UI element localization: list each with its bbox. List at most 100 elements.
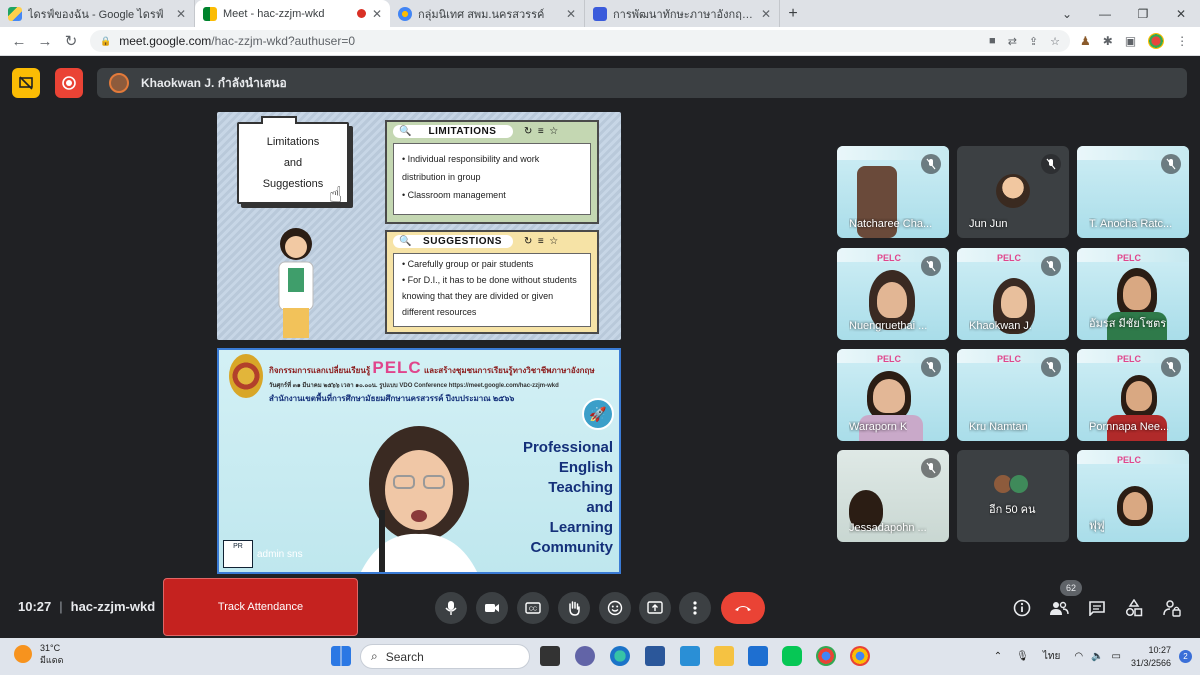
side-panel-icon[interactable]: ▣ <box>1125 34 1136 48</box>
more-participants-tile[interactable]: อีก 50 คน <box>957 450 1069 542</box>
participant-name: Jun Jun <box>969 218 1008 230</box>
participant-name: ฟุฟู <box>1089 520 1105 532</box>
star-icon: ☆ <box>549 235 559 247</box>
suggestions-window: 🔍 SUGGESTIONS ↻ ≡ ☆ Carefully group or pair… <box>385 230 599 334</box>
l-app-icon[interactable] <box>680 646 700 666</box>
activities-button[interactable] <box>1122 596 1146 620</box>
lock-icon[interactable]: 🔒 <box>100 36 111 47</box>
word-icon[interactable] <box>645 646 665 666</box>
file-explorer-icon[interactable] <box>714 646 734 666</box>
edge-icon[interactable] <box>610 646 630 666</box>
limitations-window: 🔍 LIMITATIONS ↻ ≡ ☆ Individual responsibili… <box>385 120 599 224</box>
extension-icon[interactable]: ♟ <box>1080 34 1091 48</box>
battery-icon[interactable]: ▭ <box>1112 651 1121 662</box>
system-clock[interactable]: 10:27 31/3/2566 <box>1131 644 1171 670</box>
reload-button[interactable]: ↻ <box>58 32 84 50</box>
close-tab-icon[interactable]: ✕ <box>176 7 186 21</box>
volume-icon[interactable]: 🔈 <box>1091 651 1103 662</box>
banner-line2: วันศุกร์ที่ ๓๑ มีนาคม ๒๕๖๖ เวลา ๑๐.๐๐น. … <box>269 383 559 389</box>
participant-name: อัมรส มีชัยโชตร <box>1089 318 1167 330</box>
google-drive-icon <box>8 6 22 21</box>
refresh-icon: ↻ <box>524 235 533 247</box>
camera-permission-icon[interactable]: ■ <box>989 35 996 48</box>
tab-google-drive[interactable]: ไดรฟ์ของฉัน - Google ไดรฟ์ ✕ <box>0 0 195 27</box>
chevron-up-icon[interactable]: ⌃ <box>994 651 1002 662</box>
participant-tile[interactable]: Jun Jun <box>957 146 1069 238</box>
recording-indicator-icon <box>356 9 366 18</box>
bookmark-star-icon[interactable]: ☆ <box>1050 35 1060 48</box>
microphone-tray-icon[interactable]: 🎙 <box>1016 651 1029 662</box>
minimize-button[interactable]: — <box>1086 0 1124 27</box>
wifi-icon[interactable]: ◠ <box>1074 651 1083 662</box>
url-bar[interactable]: 🔒 meet.google.com/hac-zzjm-wkd?authuser=… <box>90 30 1070 52</box>
community-line: Teaching <box>548 479 613 496</box>
chat-button[interactable] <box>1085 596 1109 620</box>
camera-button[interactable] <box>476 592 508 624</box>
chrome-menu-icon[interactable]: ⋮ <box>1176 34 1188 48</box>
track-attendance-button[interactable]: Track Attendance <box>163 578 358 636</box>
microphone-button[interactable] <box>435 592 467 624</box>
recording-button[interactable] <box>55 68 83 98</box>
chrome-icon[interactable] <box>850 646 870 666</box>
windows-start-icon[interactable] <box>331 646 351 666</box>
google-sites-icon <box>398 6 412 21</box>
teams-chat-icon[interactable] <box>575 646 595 666</box>
raise-hand-button[interactable] <box>558 592 590 624</box>
participant-tile[interactable]: PELC Khaokwan J. <box>957 248 1069 340</box>
tab-search-icon[interactable]: ⌄ <box>1048 0 1086 27</box>
more-options-button[interactable] <box>679 592 711 624</box>
participant-tile[interactable]: PELC Nuengruethai ... <box>837 248 949 340</box>
profile-avatar[interactable] <box>1148 33 1165 49</box>
community-title: Professional English Teaching and Learni… <box>503 438 613 558</box>
tab-supervision-group[interactable]: กลุ่มนิเทศ สพม.นครสวรรค์ ✕ <box>390 0 585 27</box>
mail-icon[interactable] <box>748 646 768 666</box>
weather-condition: มีแดด <box>40 655 64 665</box>
host-controls-button[interactable] <box>1160 596 1184 620</box>
notification-badge[interactable]: 2 <box>1179 650 1192 663</box>
extensions-puzzle-icon[interactable]: ✱ <box>1103 34 1113 48</box>
tab-meet[interactable]: Meet - hac-zzjm-wkd ✕ <box>195 0 390 27</box>
restore-button[interactable]: ❐ <box>1124 0 1162 27</box>
weather-widget[interactable]: 31°C มีแดด <box>14 642 63 666</box>
participant-name: Nuengruethai ... <box>849 320 928 332</box>
participant-tile[interactable]: PELC Pornnapa Nee... <box>1077 349 1189 441</box>
stop-presenting-button[interactable] <box>12 68 40 98</box>
leave-call-button[interactable] <box>721 592 765 624</box>
participant-tile[interactable]: T. Anocha Ratc... <box>1077 146 1189 238</box>
participant-tile[interactable]: PELC อัมรส มีชัยโชตร <box>1077 248 1189 340</box>
participant-tile[interactable]: Natcharee Cha... <box>837 146 949 238</box>
captions-button[interactable]: CC <box>517 592 549 624</box>
taskbar-search[interactable]: ⌕ Search <box>360 644 530 669</box>
close-tab-icon[interactable]: ✕ <box>566 7 576 21</box>
participant-tile[interactable]: PELC Kru Namtan <box>957 349 1069 441</box>
participant-name: Waraporn K <box>849 421 908 433</box>
close-tab-icon[interactable]: ✕ <box>372 7 382 21</box>
clock-date: 31/3/2566 <box>1130 657 1171 668</box>
folder-line: and <box>283 156 303 169</box>
chrome-profile-icon[interactable] <box>816 646 836 666</box>
close-tab-icon[interactable]: ✕ <box>761 7 771 21</box>
people-button[interactable] <box>1047 596 1071 620</box>
banner-line1-post: และสร้างชุมชนการเรียนรู้ทางวิชาชีพภาษาอั… <box>423 366 595 375</box>
participant-tile[interactable]: PELC Waraporn K <box>837 349 949 441</box>
translate-icon[interactable]: ⇄ <box>1008 35 1017 48</box>
sun-icon <box>14 645 32 663</box>
participant-tile[interactable]: PELC ฟุฟู <box>1077 450 1189 542</box>
share-icon[interactable]: ⇪ <box>1029 35 1038 48</box>
present-button[interactable] <box>639 592 671 624</box>
meeting-details-button[interactable] <box>1010 596 1034 620</box>
close-window-button[interactable]: ✕ <box>1162 0 1200 27</box>
info-icon <box>1013 599 1031 617</box>
back-button[interactable]: ← <box>6 33 32 50</box>
reactions-button[interactable] <box>599 592 631 624</box>
forward-button[interactable]: → <box>32 33 58 50</box>
new-tab-button[interactable]: + <box>780 0 806 27</box>
event-banner: กิจกรรมการแลกเปลี่ยนเรียนรู้ PELC และสร้… <box>223 352 619 406</box>
task-view-icon[interactable] <box>540 646 560 666</box>
participant-name: Kru Namtan <box>969 421 1028 433</box>
eu-logo: PR <box>223 540 253 568</box>
language-indicator[interactable]: ไทย <box>1043 649 1060 664</box>
tab-english-development[interactable]: การพัฒนาทักษะภาษาอังกฤษ English ✕ <box>585 0 780 27</box>
participant-tile[interactable]: Jessadapohn ... <box>837 450 949 542</box>
line-icon[interactable] <box>782 646 802 666</box>
